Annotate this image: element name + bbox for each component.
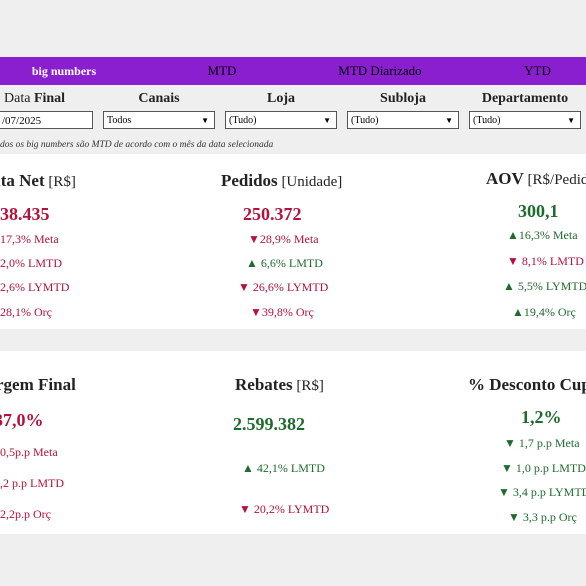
canais-dropdown[interactable]: Todos ▼ [103, 111, 215, 129]
margem-lmtd: ,2 p.p LMTD [0, 476, 64, 490]
canais-dropdown-value: Todos [107, 115, 132, 126]
pedidos-meta: ▼28,9% Meta [248, 232, 319, 246]
receita-lmtd: 2,0% LMTD [0, 256, 62, 270]
margem-value: 37,0% [0, 410, 44, 430]
filter-label-departamento: Departamento [481, 91, 569, 106]
desconto-title: % Desconto Cupom [468, 375, 586, 394]
receita-orc: 28,1% Orç [0, 305, 52, 319]
tab-big-numbers[interactable]: big numbers [0, 57, 128, 85]
filters-bar: Data Final /07/2025 Canais Todos ▼ Loja (… [0, 85, 586, 145]
margem-title: rgem Final [0, 375, 76, 394]
loja-dropdown-value: (Tudo) [229, 115, 257, 126]
loja-dropdown[interactable]: (Tudo) ▼ [225, 111, 337, 129]
filter-label-loja: Loja [267, 91, 295, 106]
desconto-meta: ▼ 1,7 p.p Meta [504, 436, 580, 450]
tab-mtd-diarizado[interactable]: MTD Diarizado [320, 57, 440, 85]
pedidos-value: 250.372 [243, 204, 302, 224]
rebates-lymtd: ▼ 20,2% LYMTD [239, 502, 330, 516]
kpi-card-row-1: ita Net [R$] 38.435 17,3% Meta 2,0% LMTD… [0, 154, 586, 329]
receita-meta: 17,3% Meta [0, 232, 59, 246]
receita-title: ita Net [R$] [0, 171, 76, 190]
subloja-dropdown[interactable]: (Tudo) ▼ [347, 111, 459, 129]
filter-label-canais: Canais [138, 91, 180, 106]
rebates-lmtd: ▲ 42,1% LMTD [242, 461, 325, 475]
filter-label-data-final: Data Final [4, 91, 66, 106]
aov-title: AOV [R$/Pedido] [486, 169, 586, 188]
chevron-down-icon: ▼ [201, 116, 209, 125]
top-blank-area [0, 0, 586, 57]
departamento-dropdown-value: (Tudo) [473, 115, 501, 126]
date-input[interactable]: /07/2025 [0, 111, 93, 129]
rebates-value: 2.599.382 [233, 414, 305, 434]
pedidos-title: Pedidos [Unidade] [221, 171, 343, 190]
desconto-orc: ▼ 3,3 p.p Orç [508, 510, 577, 524]
margem-meta: 0,5p.p Meta [0, 445, 58, 459]
pedidos-orc: ▼39,8% Orç [250, 305, 314, 319]
aov-meta: ▲16,3% Meta [507, 228, 578, 242]
filter-label-subloja: Subloja [380, 91, 426, 106]
desconto-value: 1,2% [521, 407, 562, 427]
receita-lymtd: 2,6% LYMTD [0, 280, 70, 294]
kpi-card-row-2: rgem Final 37,0% 0,5p.p Meta ,2 p.p LMTD… [0, 351, 586, 534]
aov-lymtd: ▲ 5,5% LYMTD [503, 279, 586, 293]
aov-value: 300,1 [518, 201, 559, 221]
tab-mtd[interactable]: MTD [172, 57, 272, 85]
desconto-lymtd: ▼ 3,4 p.p LYMTD [498, 485, 586, 499]
subloja-dropdown-value: (Tudo) [351, 115, 379, 126]
chevron-down-icon: ▼ [567, 116, 575, 125]
receita-value: 38.435 [0, 204, 50, 224]
nav-bar: big numbers MTD MTD Diarizado YTD [0, 57, 586, 85]
margem-orc: 2,2p.p Orç [0, 507, 51, 521]
chevron-down-icon: ▼ [323, 116, 331, 125]
chevron-down-icon: ▼ [445, 116, 453, 125]
departamento-dropdown[interactable]: (Tudo) ▼ [469, 111, 581, 129]
tab-ytd[interactable]: YTD [500, 57, 575, 85]
rebates-title: Rebates [R$] [235, 375, 324, 394]
info-note: dos os big numbers são MTD de acordo com… [0, 140, 274, 150]
pedidos-lymtd: ▼ 26,6% LYMTD [238, 280, 329, 294]
aov-orc: ▲19,4% Orç [512, 305, 576, 319]
pedidos-lmtd: ▲ 6,6% LMTD [246, 256, 323, 270]
desconto-lmtd: ▼ 1,0 p.p LMTD [501, 461, 586, 475]
aov-lmtd: ▼ 8,1% LMTD [507, 254, 584, 268]
